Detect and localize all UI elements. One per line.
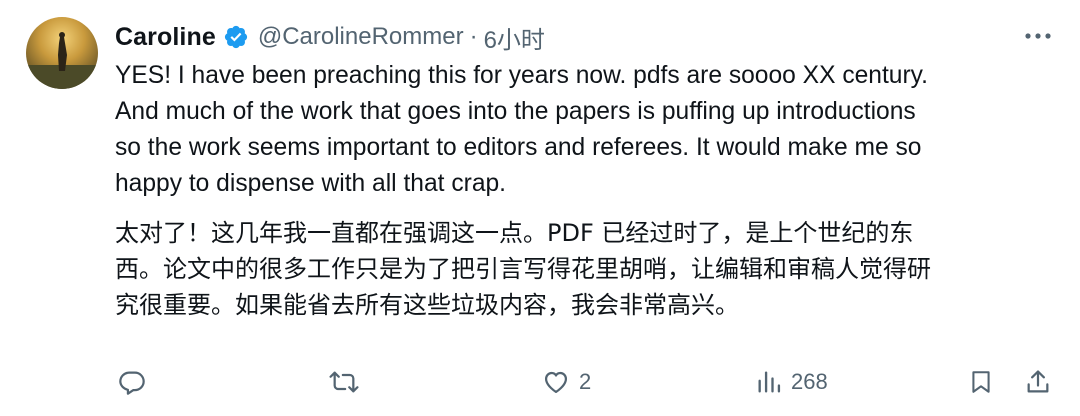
author-name[interactable]: Caroline [115,23,216,52]
reply-button[interactable] [118,362,154,402]
verified-badge-icon [223,24,249,50]
views-button[interactable]: 268 [755,362,828,402]
tweet-text-chinese: 太对了！这几年我一直都在强调这一点。PDF 已经过时了，是上个世纪的东 西。论文… [115,219,931,319]
retweet-button[interactable] [328,362,368,402]
heart-icon [541,368,571,396]
share-icon [1024,368,1052,396]
tweet: Caroline @CarolineRommer · 6小时 YES! I ha… [0,0,1080,416]
separator-dot: · [469,23,478,50]
like-count: 2 [579,369,592,394]
like-button[interactable]: 2 [541,362,591,402]
bookmark-button[interactable] [968,362,994,402]
timestamp[interactable]: 6小时 [484,20,545,55]
reply-icon [118,368,146,396]
retweet-icon [328,368,360,396]
views-icon [755,368,783,396]
more-options-icon[interactable] [1024,24,1052,48]
action-bar: 2 268 [0,362,1080,402]
share-button[interactable] [1024,362,1052,402]
avatar[interactable] [26,17,98,89]
bookmark-icon [968,368,994,396]
views-count: 268 [791,369,828,394]
author-handle[interactable]: @CarolineRommer [258,23,464,51]
tweet-text-english: YES! I have been preaching this for year… [115,62,928,197]
tweet-header: Caroline @CarolineRommer · 6小时 [115,20,545,54]
